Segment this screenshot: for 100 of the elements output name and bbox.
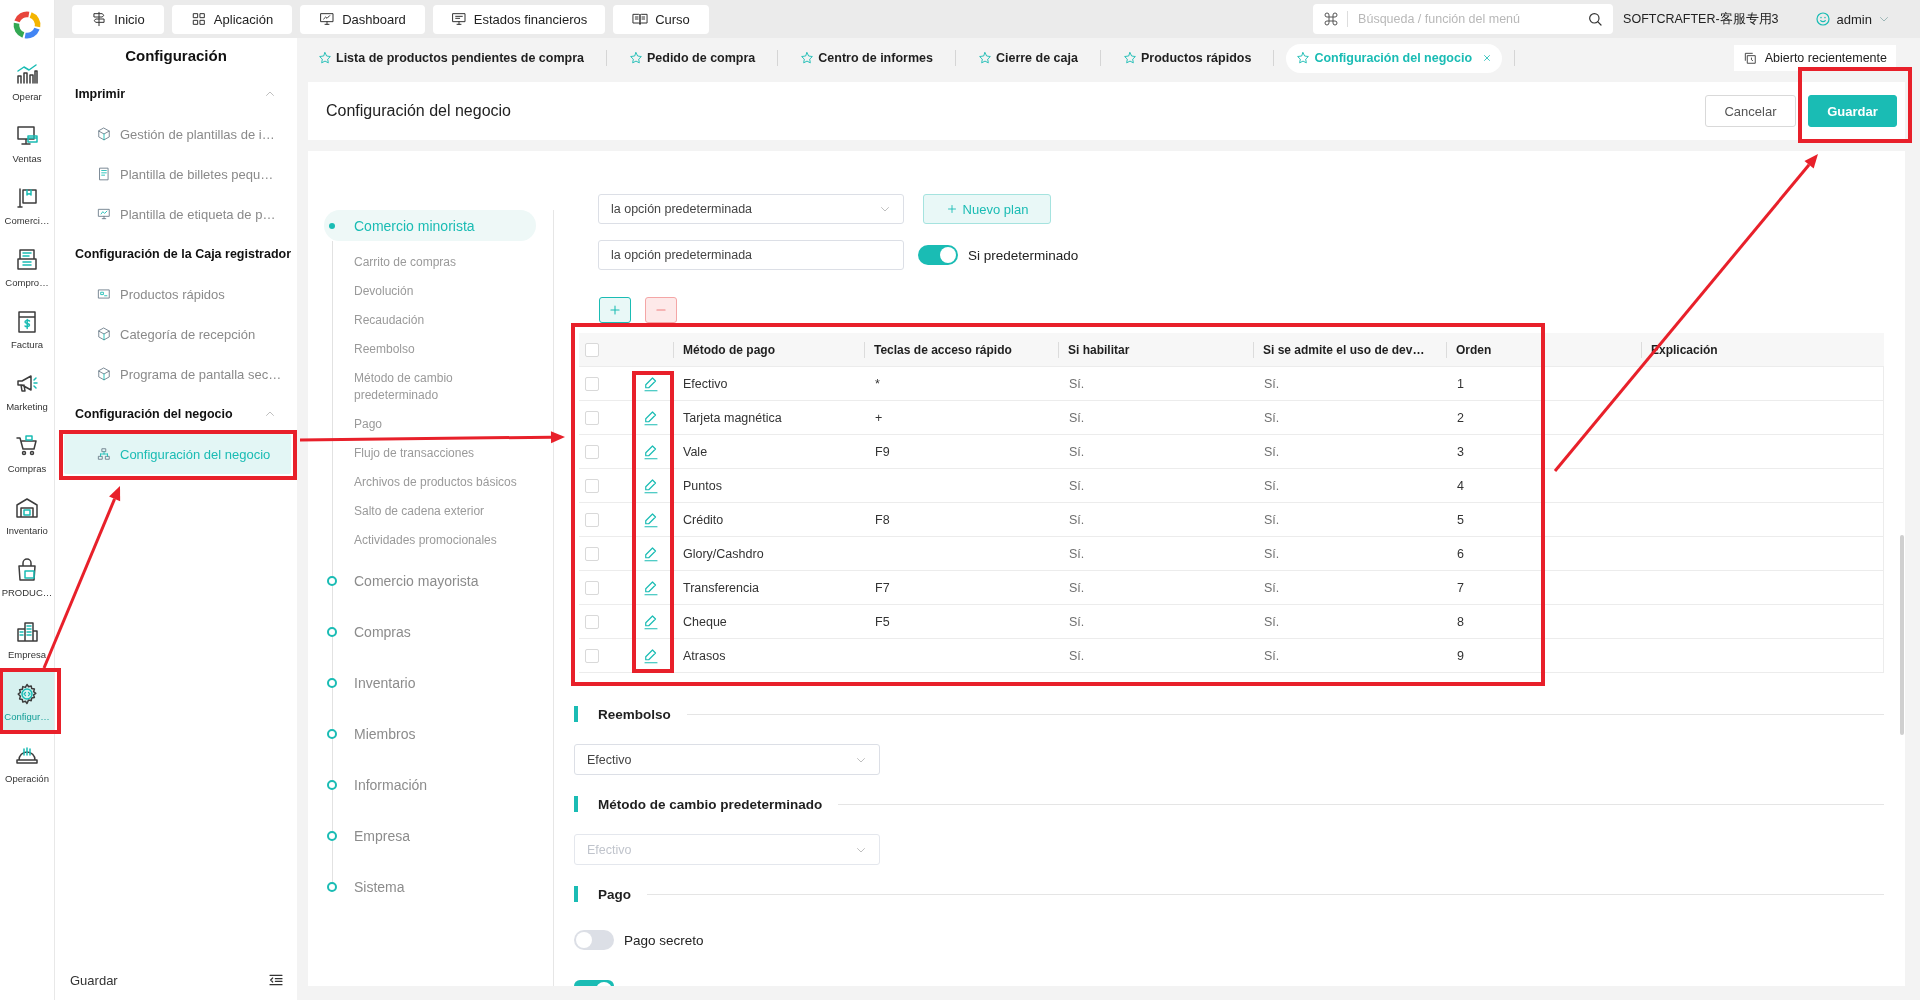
picture-icon <box>97 287 111 301</box>
star-icon <box>318 51 332 65</box>
table-cell: Sí. <box>1069 376 1085 391</box>
table-cell: 4 <box>1457 478 1464 493</box>
column-header: Orden <box>1456 342 1492 357</box>
buildings-icon <box>15 620 39 644</box>
table-cell: 3 <box>1457 444 1464 459</box>
ring-icon <box>327 626 337 637</box>
settings-nav-item[interactable]: Compras <box>324 606 536 657</box>
recent-button[interactable]: Abierto recientemente <box>1733 45 1896 71</box>
nav-button[interactable]: Dashboard <box>300 4 425 34</box>
table-cell: Cheque <box>683 614 727 629</box>
table-cell: F9 <box>875 444 890 459</box>
remove-button[interactable] <box>645 297 677 323</box>
pencil-icon[interactable] <box>642 612 660 631</box>
pencil-icon[interactable] <box>642 544 660 563</box>
dropdown[interactable]: la opción predeterminada <box>598 194 904 224</box>
checkbox[interactable] <box>585 376 599 391</box>
star-icon <box>977 51 992 65</box>
sidebar-item[interactable]: Operar <box>0 52 54 114</box>
tab[interactable]: Cierre de caja <box>967 43 1088 73</box>
menu-item[interactable]: Programa de pantalla sec… <box>64 354 291 394</box>
menu-group[interactable]: Configuración de la Caja registrador <box>55 234 297 274</box>
checkbox[interactable] <box>585 410 599 425</box>
menu-group[interactable]: Configuración del negocio <box>55 394 297 434</box>
pencil-icon[interactable] <box>642 646 660 665</box>
settings-nav-item[interactable]: Miembros <box>324 708 536 759</box>
menu-item[interactable]: Categoría de recepción <box>64 314 291 354</box>
toggle-switch[interactable] <box>574 930 614 950</box>
ring-icon <box>327 575 337 586</box>
nav-button[interactable]: Inicio <box>72 4 164 34</box>
sidebar-item[interactable]: PRODUC… <box>0 548 54 610</box>
toggle-switch[interactable] <box>918 245 958 265</box>
checkbox[interactable] <box>585 580 599 595</box>
user-menu[interactable]: admin <box>1814 11 1890 27</box>
nav-button[interactable]: Estados financieros <box>433 4 605 34</box>
cancel-button[interactable]: Cancelar <box>1705 95 1796 127</box>
tab[interactable]: Pedido de compra <box>618 43 766 73</box>
sidebar-item[interactable]: Marketing <box>0 362 54 424</box>
checkbox[interactable] <box>585 444 599 459</box>
panel-title: Configuración <box>124 46 228 66</box>
sidebar-item[interactable]: Compro… <box>0 238 54 300</box>
table-cell: Sí. <box>1069 546 1085 561</box>
menu-item[interactable]: Plantilla de billetes pequ… <box>64 154 291 194</box>
checkbox[interactable] <box>585 342 599 357</box>
tab[interactable]: Centro de informes <box>790 43 943 73</box>
pencil-icon[interactable] <box>642 442 660 461</box>
section-title: Pago <box>598 886 631 902</box>
table-cell: Sí. <box>1069 444 1085 459</box>
table-cell: Sí. <box>1069 410 1085 425</box>
add-button[interactable] <box>599 297 631 323</box>
sidebar-item[interactable]: Comerci… <box>0 176 54 238</box>
sidebar-item[interactable]: Empresa <box>0 610 54 672</box>
menu-item[interactable]: Productos rápidos <box>64 274 291 314</box>
table-cell: Sí. <box>1264 376 1280 391</box>
plus-icon <box>945 203 958 215</box>
table-cell: F5 <box>875 614 890 629</box>
close-icon[interactable] <box>1482 53 1493 63</box>
checkbox[interactable] <box>585 648 599 663</box>
tab[interactable]: Lista de productos pendientes de compra <box>308 43 594 73</box>
star-icon <box>628 51 643 65</box>
scrollbar[interactable] <box>1900 535 1904 735</box>
menu-item[interactable]: Plantilla de etiqueta de p… <box>64 194 291 234</box>
save-button[interactable]: Guardar <box>70 972 118 988</box>
pencil-icon[interactable] <box>642 476 660 495</box>
table-cell: 2 <box>1457 410 1464 425</box>
smiley-icon <box>1814 11 1831 27</box>
dropdown[interactable]: Efectivo <box>574 744 880 775</box>
menu-collapse-icon[interactable] <box>268 972 284 988</box>
monitor-icon <box>450 11 467 27</box>
checkbox[interactable] <box>585 512 599 527</box>
plus-icon <box>608 303 622 317</box>
menu-item[interactable]: Gestión de plantillas de i… <box>64 114 291 154</box>
pencil-icon[interactable] <box>642 408 660 427</box>
nav-button[interactable]: Curso <box>613 4 709 34</box>
pencil-icon[interactable] <box>642 374 660 393</box>
sidebar-item[interactable]: Factura <box>0 300 54 362</box>
table-cell: Sí. <box>1264 614 1280 629</box>
text-field[interactable]: la opción predeterminada <box>598 240 904 270</box>
sidebar-item[interactable]: Compras <box>0 424 54 486</box>
tab[interactable]: Productos rápidos <box>1112 43 1262 73</box>
search-icon[interactable] <box>1587 11 1604 27</box>
ring-icon <box>327 728 337 739</box>
toggle-switch[interactable] <box>574 980 614 986</box>
checkbox[interactable] <box>585 478 599 493</box>
table-cell: + <box>875 410 883 425</box>
menu-group[interactable]: Imprimir <box>55 74 297 114</box>
pencil-icon[interactable] <box>642 578 660 597</box>
sidebar-item[interactable]: Inventario <box>0 486 54 548</box>
nav-button[interactable]: Aplicación <box>172 4 292 34</box>
sidebar-item[interactable]: Operación <box>0 734 54 796</box>
sidebar-item[interactable]: Ventas <box>0 114 54 176</box>
table-cell: F8 <box>875 512 890 527</box>
table-cell: Efectivo <box>683 376 728 391</box>
search-field[interactable]: Búsqueda / función del menú <box>1313 4 1614 34</box>
checkbox[interactable] <box>585 614 599 629</box>
pencil-icon[interactable] <box>642 510 660 529</box>
checkbox[interactable] <box>585 546 599 561</box>
logo-icon <box>12 10 42 40</box>
signboard-icon <box>15 186 39 210</box>
